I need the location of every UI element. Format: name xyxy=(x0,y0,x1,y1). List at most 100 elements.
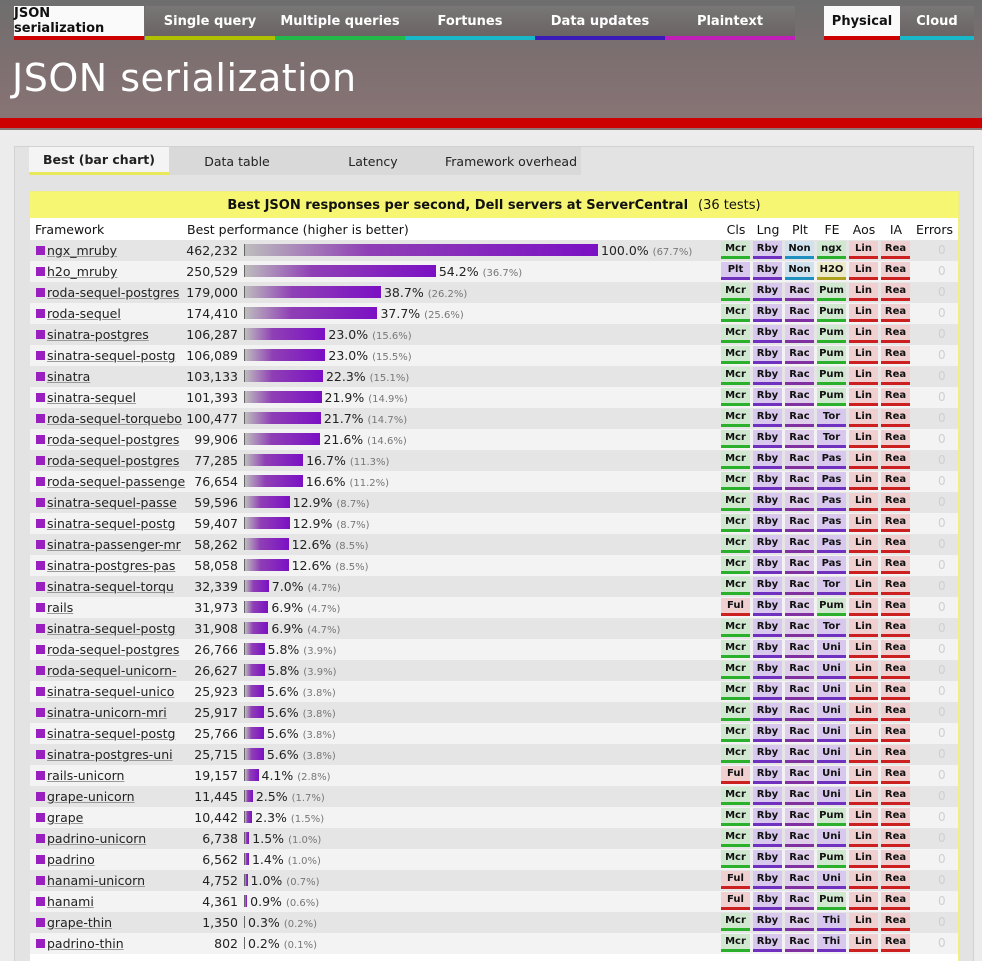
percent-value: 23.0% xyxy=(328,327,369,342)
table-row: grape 10,442 2.3% (1.5%) Mcr Rby Rac Pum Lin Rea 0 xyxy=(30,807,958,828)
attribute-badge: Mcr xyxy=(721,493,750,511)
fe-column-header: FE xyxy=(824,222,840,237)
framework-link[interactable]: sinatra-sequel-postg xyxy=(47,726,175,741)
framework-link[interactable]: roda-sequel-postgres xyxy=(47,432,179,447)
attribute-badge: Rby xyxy=(753,829,782,847)
tab-single-query[interactable]: Single query xyxy=(145,6,275,40)
attribute-badge: Rac xyxy=(785,661,814,679)
attribute-badge: Pas xyxy=(817,535,846,553)
table-row: padrino-unicorn 6,738 1.5% (1.0%) Mcr Rby Rac U… xyxy=(30,828,958,849)
framework-link[interactable]: sinatra-sequel-torqu xyxy=(47,579,174,594)
framework-link[interactable]: sinatra-sequel-passe xyxy=(47,495,177,510)
attribute-badge: Rea xyxy=(881,283,910,301)
framework-link[interactable]: roda-sequel-unicorn- xyxy=(47,663,177,678)
view-tab-data-table[interactable]: Data table xyxy=(169,147,305,175)
performance-bar xyxy=(244,286,381,298)
framework-link[interactable]: sinatra-passenger-mr xyxy=(47,537,181,552)
tab-data-updates[interactable]: Data updates xyxy=(535,6,665,40)
framework-link[interactable]: hanami xyxy=(47,894,94,909)
view-tab-latency[interactable]: Latency xyxy=(305,147,441,175)
framework-link[interactable]: grape-unicorn xyxy=(47,789,135,804)
attribute-badge: Tor xyxy=(817,619,846,637)
attribute-badge: Rac xyxy=(785,514,814,532)
error-count: 0 xyxy=(938,390,946,404)
framework-link[interactable]: grape-thin xyxy=(47,915,112,930)
framework-link[interactable]: sinatra-sequel-postg xyxy=(47,348,175,363)
tab-plaintext[interactable]: Plaintext xyxy=(665,6,795,40)
framework-link[interactable]: sinatra-sequel-postg xyxy=(47,516,175,531)
attribute-badge: Mcr xyxy=(721,913,750,931)
attribute-badge: Lin xyxy=(849,871,878,889)
attribute-badge: Thi xyxy=(817,913,846,931)
attribute-badge: Mcr xyxy=(721,808,750,826)
error-count: 0 xyxy=(938,453,946,467)
framework-link[interactable]: rails-unicorn xyxy=(47,768,124,783)
column-headers: Framework Best performance (higher is be… xyxy=(30,218,958,240)
framework-link[interactable]: grape xyxy=(47,810,83,825)
attribute-badge: Rby xyxy=(753,325,782,343)
attribute-badge: Rby xyxy=(753,808,782,826)
framework-link[interactable]: sinatra-sequel xyxy=(47,390,136,405)
framework-link[interactable]: h2o_mruby xyxy=(47,264,117,279)
attribute-badge: Uni xyxy=(817,871,846,889)
framework-link[interactable]: padrino-unicorn xyxy=(47,831,146,846)
framework-link[interactable]: sinatra xyxy=(47,369,90,384)
framework-link[interactable]: roda-sequel-postgres xyxy=(47,453,179,468)
percent-label: 23.0% (15.5%) xyxy=(328,348,411,363)
table-row: roda-sequel-postgres 26,766 5.8% (3.9%) Mcr R… xyxy=(30,639,958,660)
table-row: roda-sequel 174,410 37.7% (25.6%) Mcr Rby Rac P… xyxy=(30,303,958,324)
attribute-badge: Rby xyxy=(753,514,782,532)
framework-link[interactable]: rails xyxy=(47,600,73,615)
framework-link[interactable]: hanami-unicorn xyxy=(47,873,145,888)
series-swatch xyxy=(36,624,45,633)
framework-link[interactable]: roda-sequel-postgres xyxy=(47,285,179,300)
framework-link[interactable]: roda-sequel-postgres xyxy=(47,642,179,657)
series-swatch xyxy=(36,330,45,339)
framework-link[interactable]: sinatra-sequel-unico xyxy=(47,684,174,699)
percent-label: 22.3% (15.1%) xyxy=(326,369,409,384)
attribute-badge: Lin xyxy=(849,598,878,616)
framework-link[interactable]: sinatra-postgres xyxy=(47,327,149,342)
attribute-badge: Mcr xyxy=(721,346,750,364)
framework-link[interactable]: roda-sequel xyxy=(47,306,121,321)
framework-link[interactable]: roda-sequel-passenge xyxy=(47,474,185,489)
attribute-badge: Rea xyxy=(881,766,910,784)
framework-link[interactable]: sinatra-sequel-postg xyxy=(47,621,175,636)
tab-cloud[interactable]: Cloud xyxy=(900,6,974,40)
attribute-badge: Rea xyxy=(881,325,910,343)
errors-column-header: Errors xyxy=(916,222,953,237)
view-tab-framework-overhead[interactable]: Framework overhead xyxy=(441,147,581,175)
attribute-badge: Rac xyxy=(785,682,814,700)
attribute-badge: Lin xyxy=(849,535,878,553)
responses-per-second: 6,562 xyxy=(202,852,238,867)
attribute-badge: Mcr xyxy=(721,556,750,574)
attribute-badge: Rac xyxy=(785,913,814,931)
framework-link[interactable]: roda-sequel-torquebo xyxy=(47,411,182,426)
tab-fortunes[interactable]: Fortunes xyxy=(405,6,535,40)
percent-value: 12.9% xyxy=(292,495,333,510)
view-tab-best-bar-chart[interactable]: Best (bar chart) xyxy=(29,147,169,175)
attribute-badge: Lin xyxy=(849,892,878,910)
series-swatch xyxy=(36,435,45,444)
percent-value: 5.6% xyxy=(266,705,299,720)
tab-multiple-queries[interactable]: Multiple queries xyxy=(275,6,405,40)
attribute-badge: Uni xyxy=(817,661,846,679)
framework-link[interactable]: ngx_mruby xyxy=(47,243,117,258)
attribute-badge: Lin xyxy=(849,808,878,826)
tab-json-serialization[interactable]: JSON serialization xyxy=(14,6,144,40)
framework-link[interactable]: padrino xyxy=(47,852,95,867)
framework-link[interactable]: sinatra-postgres-pas xyxy=(47,558,175,573)
framework-link[interactable]: sinatra-unicorn-mri xyxy=(47,705,167,720)
responses-per-second: 99,906 xyxy=(194,432,238,447)
framework-link[interactable]: sinatra-postgres-uni xyxy=(47,747,173,762)
table-row: hanami-unicorn 4,752 1.0% (0.7%) Ful Rby Rac Un… xyxy=(30,870,958,891)
attribute-badge: Lin xyxy=(849,619,878,637)
performance-bar xyxy=(244,622,269,634)
error-count: 0 xyxy=(938,369,946,383)
tab-physical[interactable]: Physical xyxy=(824,6,900,40)
attribute-badge: Rby xyxy=(753,745,782,763)
percent-label: 12.6% (8.5%) xyxy=(292,537,369,552)
framework-link[interactable]: padrino-thin xyxy=(47,936,124,951)
attribute-badge: Tor xyxy=(817,430,846,448)
table-row: roda-sequel-torquebo 100,477 21.7% (14.7%) M… xyxy=(30,408,958,429)
